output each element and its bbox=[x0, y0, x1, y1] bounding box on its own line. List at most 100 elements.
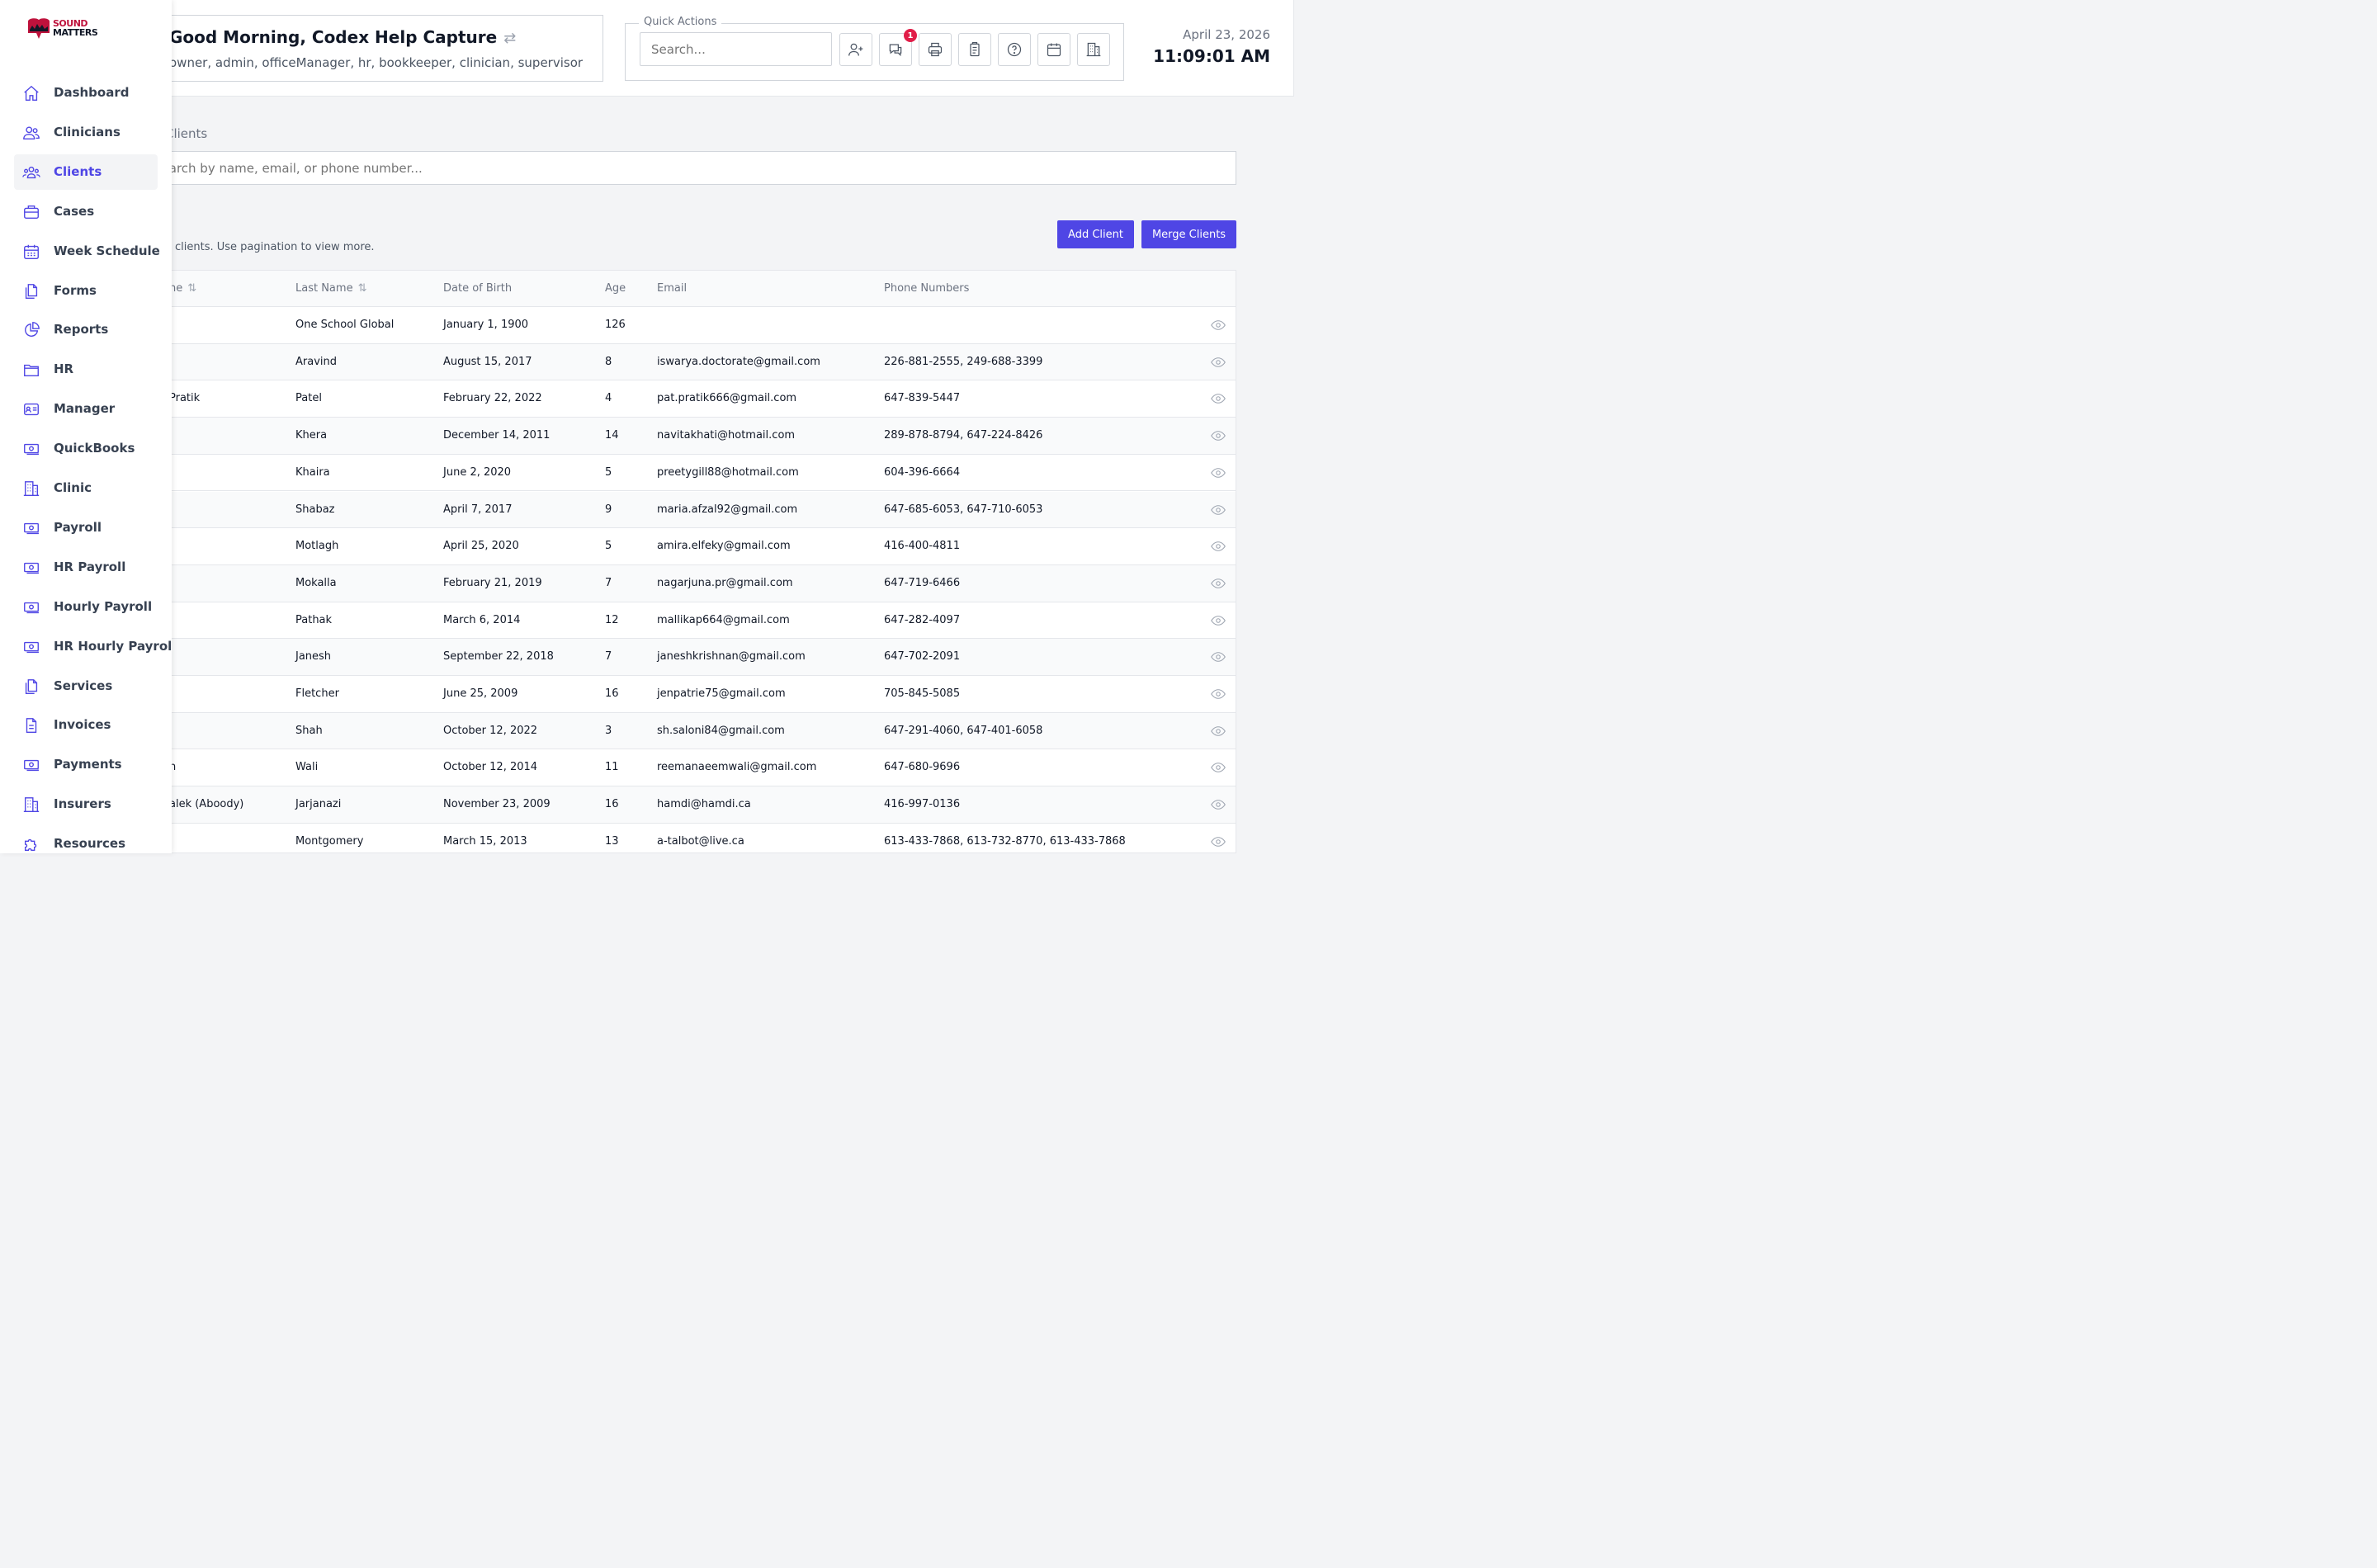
sidebar-item-label: Reports bbox=[54, 322, 109, 338]
building-icon bbox=[22, 796, 40, 814]
messages-button[interactable]: 1 bbox=[879, 29, 917, 66]
table-row[interactable]: Janesh September 22, 2018 7 janeshkrishnan@… bbox=[125, 639, 1236, 676]
view-client-button[interactable] bbox=[1211, 429, 1226, 441]
calendar-button[interactable] bbox=[1037, 33, 1070, 66]
sidebar-item-reports[interactable]: Reports bbox=[14, 312, 158, 347]
sidebar-item-hourly-payroll[interactable]: Hourly Payroll bbox=[14, 589, 158, 625]
switch-user-icon[interactable]: ⇄ bbox=[503, 30, 516, 47]
sidebar-item-hr-hourly-payroll[interactable]: HR Hourly Payroll bbox=[14, 629, 172, 664]
cell-email: a-talbot@live.ca bbox=[657, 834, 744, 848]
column-first-name[interactable]: ne ⇅ bbox=[169, 282, 196, 295]
sidebar-item-forms[interactable]: Forms bbox=[14, 273, 158, 309]
cell-last-name: Aravind bbox=[295, 355, 338, 368]
sidebar-item-manager[interactable]: Manager bbox=[14, 391, 158, 427]
sidebar-item-label: Services bbox=[54, 678, 113, 693]
money-icon bbox=[22, 756, 40, 774]
cell-dob: November 23, 2009 bbox=[443, 798, 551, 811]
sidebar-item-quickbooks[interactable]: QuickBooks bbox=[14, 431, 158, 466]
sidebar-item-clients[interactable]: Clients bbox=[14, 153, 158, 190]
table-row[interactable]: Fletcher June 25, 2009 16 jenpatrie75@gmail… bbox=[125, 676, 1236, 713]
view-client-button[interactable] bbox=[1211, 614, 1226, 626]
sidebar-item-hr[interactable]: HR bbox=[14, 352, 158, 387]
add-client-button[interactable]: Add Client bbox=[1057, 220, 1134, 248]
view-client-button[interactable] bbox=[1211, 650, 1226, 663]
view-client-button[interactable] bbox=[1211, 687, 1226, 699]
merge-clients-button[interactable]: Merge Clients bbox=[1141, 220, 1236, 248]
sidebar-item-insurers[interactable]: Insurers bbox=[14, 786, 158, 822]
clipboard-button[interactable] bbox=[958, 33, 991, 66]
view-client-button[interactable] bbox=[1211, 577, 1226, 588]
view-client-button[interactable] bbox=[1211, 761, 1226, 773]
table-row[interactable]: Pratik Patel February 22, 2022 4 pat.pratik6… bbox=[125, 380, 1236, 418]
eye-icon bbox=[1211, 725, 1226, 736]
quick-search-input[interactable] bbox=[640, 32, 832, 66]
table-row[interactable]: Motlagh April 25, 2020 5 amira.elfeky@gmail… bbox=[125, 528, 1236, 565]
building-icon bbox=[1086, 42, 1101, 57]
sidebar-item-hr-payroll[interactable]: HR Payroll bbox=[14, 550, 158, 585]
sidebar-item-payroll[interactable]: Payroll bbox=[14, 510, 158, 545]
table-row[interactable]: Khaira June 2, 2020 5 preetygill88@hotmail.… bbox=[125, 455, 1236, 492]
table-row[interactable]: n Wali October 12, 2014 11 reemanaeemwali@gm… bbox=[125, 749, 1236, 787]
cell-first-name: Pratik bbox=[169, 392, 201, 405]
cell-last-name: Shabaz bbox=[295, 503, 335, 516]
folder-icon bbox=[22, 361, 40, 379]
sidebar-item-label: Dashboard bbox=[54, 85, 130, 100]
sidebar-item-resources[interactable]: Resources bbox=[14, 826, 158, 853]
sidebar-item-services[interactable]: Services bbox=[14, 668, 158, 704]
sidebar-item-payments[interactable]: Payments bbox=[14, 747, 158, 782]
table-row[interactable]: alek (Aboody) Jarjanazi November 23, 2009 1… bbox=[125, 786, 1236, 824]
calendar-icon bbox=[1047, 43, 1061, 57]
sidebar-item-invoices[interactable]: Invoices bbox=[14, 707, 158, 743]
cell-last-name: Mokalla bbox=[295, 576, 337, 589]
cell-phones: 647-282-4097 bbox=[884, 613, 961, 626]
table-row[interactable]: Khera December 14, 2011 14 navitakhati@hotm… bbox=[125, 418, 1236, 455]
sidebar-item-label: Payroll bbox=[54, 519, 102, 535]
print-button[interactable] bbox=[919, 33, 952, 66]
clinic-button[interactable] bbox=[1077, 33, 1110, 66]
column-last-name[interactable]: Last Name ⇅ bbox=[295, 282, 366, 295]
table-row[interactable]: Shah October 12, 2022 3 sh.saloni84@gmail.c… bbox=[125, 712, 1236, 750]
sidebar-item-label: Payments bbox=[54, 757, 122, 772]
table-row[interactable]: One School Global January 1, 1900 126 bbox=[125, 307, 1236, 344]
view-client-button[interactable] bbox=[1211, 466, 1226, 478]
help-button[interactable] bbox=[998, 33, 1031, 66]
cell-email: maria.afzal92@gmail.com bbox=[657, 503, 798, 516]
column-phones: Phone Numbers bbox=[884, 282, 970, 295]
sort-icon[interactable]: ⇅ bbox=[358, 282, 367, 295]
sort-icon[interactable]: ⇅ bbox=[187, 282, 196, 295]
view-client-button[interactable] bbox=[1211, 392, 1226, 404]
sidebar-item-cases[interactable]: Cases bbox=[14, 194, 158, 229]
client-search-input[interactable] bbox=[124, 151, 1236, 185]
view-client-button[interactable] bbox=[1211, 356, 1226, 367]
sidebar-item-week-schedule[interactable]: Week Schedule bbox=[14, 234, 160, 269]
sidebar-item-dashboard[interactable]: Dashboard bbox=[14, 75, 158, 111]
cell-dob: August 15, 2017 bbox=[443, 355, 532, 368]
brand-logo[interactable]: SOUND MATTERS bbox=[25, 17, 99, 45]
sidebar-item-clinicians[interactable]: Clinicians bbox=[14, 115, 158, 150]
table-row[interactable]: Aravind August 15, 2017 8 iswarya.doctorate… bbox=[125, 343, 1236, 381]
add-user-button[interactable] bbox=[839, 33, 872, 66]
cell-email: navitakhati@hotmail.com bbox=[657, 429, 796, 442]
sidebar-item-clinic[interactable]: Clinic bbox=[14, 470, 158, 506]
view-client-button[interactable] bbox=[1211, 540, 1226, 551]
sidebar-item-label: HR Hourly Payroll bbox=[54, 638, 172, 654]
view-client-button[interactable] bbox=[1211, 835, 1226, 847]
view-client-button[interactable] bbox=[1211, 319, 1226, 330]
cell-phones: 647-839-5447 bbox=[884, 392, 961, 405]
table-row[interactable]: Shabaz April 7, 2017 9 maria.afzal92@gmail.… bbox=[125, 491, 1236, 529]
sidebar-item-label: HR bbox=[54, 361, 74, 377]
messages-badge: 1 bbox=[904, 29, 917, 42]
view-client-button[interactable] bbox=[1211, 503, 1226, 515]
view-client-button[interactable] bbox=[1211, 798, 1226, 810]
table-row[interactable]: Mokalla February 21, 2019 7 nagarjuna.pr@gm… bbox=[125, 564, 1236, 602]
table-row[interactable]: Montgomery March 15, 2013 13 a-talbot@live.… bbox=[125, 824, 1236, 852]
table-row[interactable]: Pathak March 6, 2014 12 mallikap664@gmail.c… bbox=[125, 602, 1236, 640]
greeting-card: Good Morning, Codex Help Capture ⇄ owner,… bbox=[124, 15, 603, 82]
sidebar-item-label: Cases bbox=[54, 203, 95, 219]
cell-dob: October 12, 2014 bbox=[443, 761, 538, 774]
sidebar-item-label: Insurers bbox=[54, 796, 111, 812]
view-client-button[interactable] bbox=[1211, 725, 1226, 736]
cell-age: 16 bbox=[605, 798, 619, 811]
sidebar-item-label: HR Payroll bbox=[54, 559, 126, 574]
eye-icon bbox=[1211, 615, 1226, 626]
